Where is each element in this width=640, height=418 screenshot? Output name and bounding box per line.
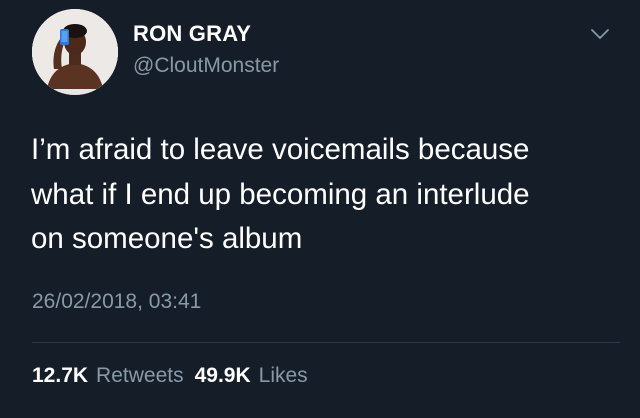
chevron-down-icon[interactable] [590, 27, 610, 41]
tweet-text: I’m afraid to leave voicemails because w… [31, 128, 621, 262]
likes-label: Likes [258, 364, 308, 387]
divider [32, 342, 620, 343]
tweet-text-line: I’m afraid to leave voicemails because [31, 133, 530, 166]
avatar[interactable] [32, 9, 118, 95]
retweets-count: 12.7K [32, 364, 89, 387]
tweet-timestamp[interactable]: 26/02/2018, 03:41 [32, 290, 201, 314]
tweet-stats: 12.7K Retweets 49.9K Likes [32, 364, 308, 388]
tweet-text-line: what if I end up becoming an interlude [31, 177, 530, 211]
profile-photo-icon [32, 9, 118, 95]
tweet-card: RON GRAY @CloutMonster I’m afraid to lea… [0, 0, 640, 418]
retweets-stat[interactable]: 12.7K Retweets [32, 364, 184, 387]
likes-count: 49.9K [194, 364, 251, 387]
likes-stat[interactable]: 49.9K Likes [195, 364, 308, 387]
author-handle[interactable]: @CloutMonster [133, 54, 279, 78]
retweets-label: Retweets [96, 364, 184, 387]
author-name[interactable]: RON GRAY [133, 21, 251, 47]
tweet-text-line: on someone's album [31, 222, 303, 255]
